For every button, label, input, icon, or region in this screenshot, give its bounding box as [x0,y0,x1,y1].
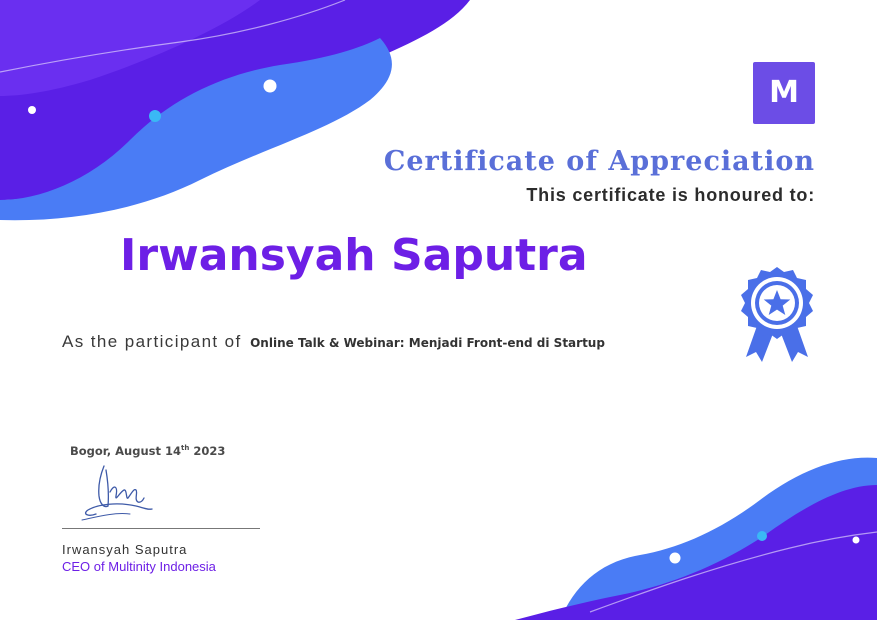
participation-line: As the participant of Online Talk & Webi… [62,332,605,352]
certificate-title: Certificate of Appreciation [383,146,815,177]
place-and-date: Bogor, August 14th 2023 [70,444,225,458]
dot-right-cyan [757,531,767,541]
signer-name: Irwansyah Saputra [62,542,188,557]
dot-left-cyan [149,110,161,122]
event-name: Online Talk & Webinar: Menjadi Front-end… [250,336,605,350]
handwritten-signature [81,465,153,521]
recipient-name: Irwansyah Saputra [120,230,588,281]
participant-prefix: As the participant of [62,332,242,351]
dot-right-small [852,536,860,544]
certificate: M Certificate of Appreciation This certi… [0,0,877,620]
m-logo-icon: M [769,75,799,110]
certificate-subtitle: This certificate is honoured to: [526,185,815,205]
signer-role: CEO of Multinity Indonesia [62,559,216,574]
dot-left-medium [263,79,277,93]
date-year: 2023 [189,444,226,458]
dot-left-small [28,106,36,114]
multinity-logo: M [753,62,815,124]
place-date-text: Bogor, August 14 [70,444,182,458]
award-ribbon-star-icon [741,267,813,362]
signature-line [62,528,260,529]
dot-right-medium [669,552,681,564]
